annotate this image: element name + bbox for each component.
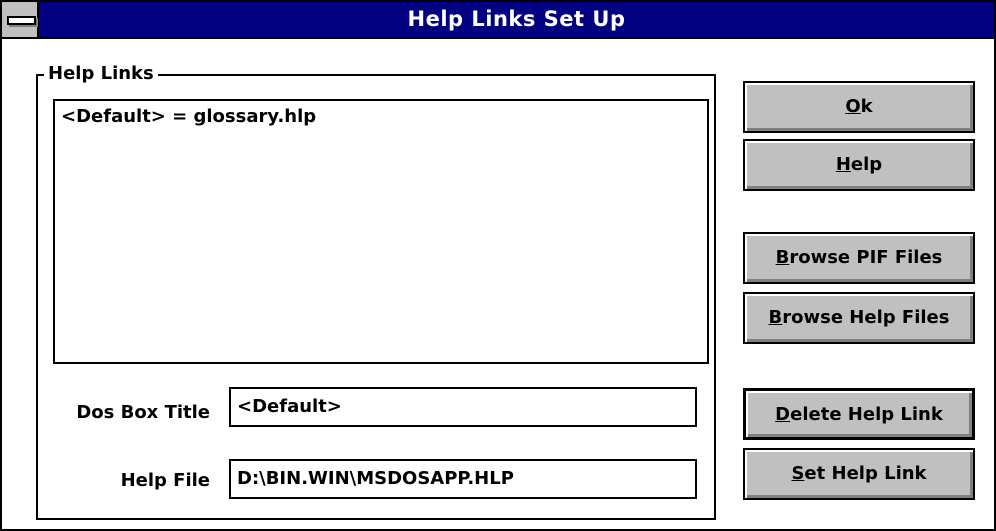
help-button-mnemonic: H bbox=[835, 154, 851, 175]
help-links-group-label: Help Links bbox=[44, 63, 158, 85]
system-menu-button[interactable] bbox=[2, 2, 39, 37]
delete-link-mnemonic: D bbox=[775, 404, 791, 425]
browse-pif-files-button[interactable]: Browse PIF Files bbox=[743, 232, 975, 284]
set-link-label: et Help Link bbox=[804, 463, 927, 484]
browse-pif-mnemonic: B bbox=[775, 247, 790, 268]
browse-help-mnemonic: B bbox=[768, 307, 783, 328]
help-file-label: Help File bbox=[120, 470, 210, 491]
dos-box-title-label: Dos Box Title bbox=[76, 402, 210, 423]
delete-link-label: elete Help Link bbox=[790, 404, 943, 425]
ok-button[interactable]: Ok bbox=[743, 81, 975, 133]
help-button[interactable]: Help bbox=[743, 139, 975, 191]
ok-button-mnemonic: O bbox=[845, 96, 861, 117]
help-links-listbox[interactable]: <Default> = glossary.hlp bbox=[53, 99, 709, 364]
set-help-link-button[interactable]: Set Help Link bbox=[743, 448, 975, 500]
browse-help-label: rowse Help Files bbox=[782, 307, 950, 328]
browse-help-files-button[interactable]: Browse Help Files bbox=[743, 292, 975, 344]
dos-box-title-field[interactable]: <Default> bbox=[229, 387, 697, 427]
help-button-label: elp bbox=[850, 154, 883, 175]
help-links-dialog: Help Links Set Up Help Links <Default> =… bbox=[0, 0, 996, 531]
ok-button-label: k bbox=[860, 96, 873, 117]
list-item[interactable]: <Default> = glossary.hlp bbox=[61, 105, 316, 129]
help-file-field[interactable]: D:\BIN.WIN\MSDOSAPP.HLP bbox=[229, 459, 697, 499]
system-menu-icon bbox=[7, 16, 36, 25]
set-link-mnemonic: S bbox=[791, 463, 805, 484]
delete-help-link-button[interactable]: Delete Help Link bbox=[743, 388, 975, 440]
window-title: Help Links Set Up bbox=[407, 7, 626, 31]
title-bar[interactable]: Help Links Set Up bbox=[2, 2, 994, 39]
browse-pif-label: rowse PIF Files bbox=[789, 247, 943, 268]
